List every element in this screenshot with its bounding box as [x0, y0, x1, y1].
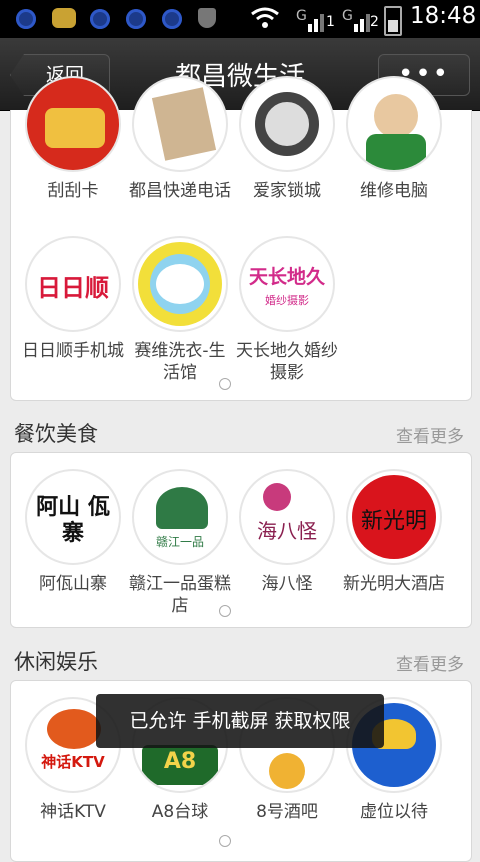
- wedding-logo-icon: 天长地久 婚纱摄影: [239, 236, 335, 332]
- service-label: 爱家锁城: [253, 181, 321, 201]
- food-label: 赣江一品蛋糕店: [129, 574, 231, 616]
- svg-text:G: G: [296, 8, 307, 24]
- service-label: 维修电脑: [360, 181, 428, 201]
- service-item-express[interactable]: 都昌快递电话: [128, 76, 232, 202]
- food-item-haibaguai[interactable]: 海八怪 海八怪: [235, 469, 339, 595]
- status-bar: G 1 G 2 18:48: [0, 0, 480, 38]
- service-item-saiwei[interactable]: 赛维洗衣-生活馆: [128, 236, 232, 384]
- food-label: 阿佤山寨: [39, 574, 107, 594]
- food-more-link[interactable]: 查看更多: [396, 422, 464, 447]
- service-label: 都昌快递电话: [129, 181, 231, 201]
- svg-text:G: G: [342, 8, 353, 24]
- leisure-more-link[interactable]: 查看更多: [396, 650, 464, 675]
- service-item-wedding[interactable]: 天长地久 婚纱摄影 天长地久婚纱摄影: [235, 236, 339, 384]
- logo-text: 天长地久: [248, 266, 325, 288]
- leisure-label: 8号酒吧: [256, 802, 318, 822]
- wifi-icon: [251, 7, 279, 28]
- service-item-lock[interactable]: 爱家锁城: [235, 76, 339, 202]
- food-item-awashanzhai[interactable]: 阿山 佤寨 阿佤山寨: [21, 469, 125, 595]
- food-label: 海八怪: [261, 574, 313, 594]
- ririshun-logo-icon: 日日顺: [25, 236, 121, 332]
- hotel-logo-icon: 新光明: [346, 469, 442, 565]
- technician-icon: [346, 76, 442, 172]
- page-indicator-dot: [219, 835, 231, 847]
- service-item-lottery[interactable]: 刮刮卡: [21, 76, 125, 202]
- logo-text: 日日顺: [37, 274, 109, 302]
- food-item-hotel[interactable]: 新光明 新光明大酒店: [342, 469, 446, 595]
- service-item-repair[interactable]: 维修电脑: [342, 76, 446, 202]
- logo-text: 神话KTV: [41, 753, 105, 771]
- notification-icon: [126, 9, 146, 29]
- logo-text: 新光明: [360, 509, 427, 534]
- logo-text: 阿山 佤寨: [36, 495, 110, 546]
- service-label: 刮刮卡: [47, 181, 99, 201]
- service-label: 日日顺手机城: [22, 341, 124, 361]
- toast-message: 已允许 手机截屏 获取权限: [96, 694, 384, 748]
- leisure-label: 神话KTV: [40, 802, 106, 822]
- services-card: 刮刮卡 都昌快递电话 爱家锁城 维修电脑 日日顺 日日顺手机城 赛维洗衣-生活馆: [10, 76, 472, 401]
- sim1-label: 1: [326, 14, 335, 30]
- chat-notification-icon: [52, 8, 76, 28]
- shield-icon: [198, 8, 216, 28]
- lock-ring-icon: [239, 76, 335, 172]
- logo-text: 赣江一品: [155, 535, 204, 549]
- service-item-ririshun[interactable]: 日日顺 日日顺手机城: [21, 236, 125, 362]
- battery-icon: [384, 6, 402, 36]
- sim2-label: 2: [370, 14, 379, 30]
- food-card: 阿山 佤寨 阿佤山寨 赣江一品 赣江一品蛋糕店 海八怪 海八怪 新光明 新光明大…: [10, 452, 472, 628]
- notification-icon: [162, 9, 182, 29]
- leisure-label: A8台球: [151, 802, 209, 822]
- notification-icon: [90, 9, 110, 29]
- express-box-icon: [132, 76, 228, 172]
- clock: 18:48: [410, 3, 477, 29]
- service-label: 天长地久婚纱摄影: [236, 341, 338, 383]
- logo-subtext: 婚纱摄影: [265, 294, 309, 307]
- service-label: 赛维洗衣-生活馆: [134, 341, 226, 383]
- logo-text: A8: [163, 749, 197, 774]
- haibaguai-logo-icon: 海八怪: [239, 469, 335, 565]
- food-label: 新光明大酒店: [343, 574, 445, 594]
- leisure-label: 虚位以待: [360, 802, 428, 822]
- section-title-food: 餐饮美食: [14, 422, 98, 446]
- page-indicator-dot: [219, 378, 231, 390]
- awashanzhai-logo-icon: 阿山 佤寨: [25, 469, 121, 565]
- section-title-leisure: 休闲娱乐: [14, 650, 98, 674]
- lottery-icon: [25, 76, 121, 172]
- notification-icon: [16, 9, 36, 29]
- logo-text: 海八怪: [257, 519, 317, 543]
- cake-shop-logo-icon: 赣江一品: [132, 469, 228, 565]
- food-item-cake[interactable]: 赣江一品 赣江一品蛋糕店: [128, 469, 232, 617]
- saiwei-logo-icon: [132, 236, 228, 332]
- page-indicator-dot: [219, 605, 231, 617]
